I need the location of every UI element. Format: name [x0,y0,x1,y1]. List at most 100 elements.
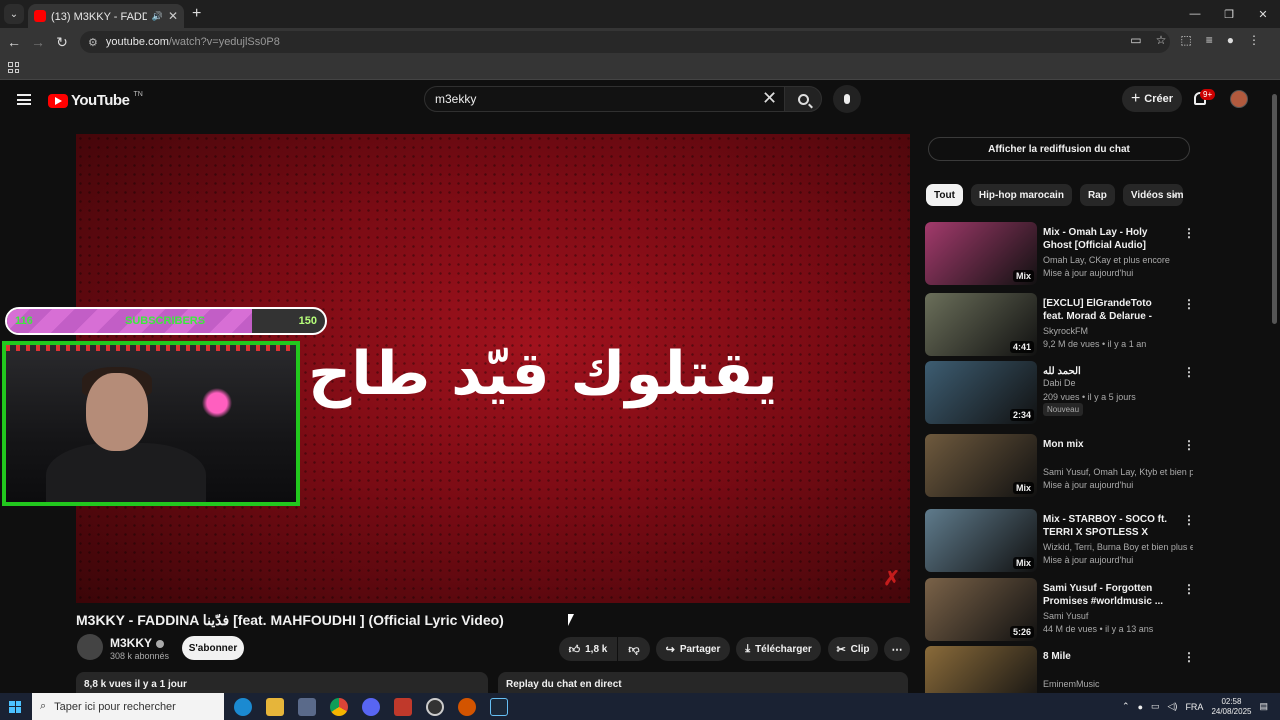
more-vertical-icon[interactable]: ⋮ [1183,297,1195,311]
window-controls: — ❐ ✕ [1178,0,1280,28]
tray-mic-icon[interactable]: ● [1138,702,1143,712]
more-vertical-icon[interactable]: ⋮ [1183,650,1195,664]
thumbs-up-icon: 👍︎ [568,643,581,656]
minimize-button[interactable]: — [1178,0,1212,28]
create-button[interactable]: + Créer [1122,86,1182,112]
recommendation-item[interactable]: Mix Mix - Omah Lay - Holy Ghost [Official… [925,222,1195,288]
video-thumbnail[interactable]: 4:41 [925,293,1037,356]
new-tab-button[interactable]: + [192,5,201,23]
volume-icon[interactable]: ◁) [1168,701,1178,712]
recommendation-item[interactable]: Mix Mon mix Sami Yusuf, Omah Lay, Ktyb et … [925,434,1195,500]
account-avatar[interactable] [1230,90,1248,108]
download-button[interactable]: ⤓ Télécharger [736,637,821,661]
chevron-right-icon[interactable]: › [1172,188,1176,202]
steam-icon[interactable] [490,697,508,716]
obs-icon[interactable] [426,697,444,716]
media-control-icon[interactable]: ≡ [1206,33,1213,47]
bookmark-star-icon[interactable]: ☆ [1156,33,1167,47]
taskbar-search[interactable]: ⌕ Taper ici pour rechercher [32,693,224,720]
recommendation-item[interactable]: 5:26 Sami Yusuf - Forgotten Promises #wor… [925,578,1195,644]
extensions-icon[interactable]: ⬚ [1180,33,1191,47]
site-info-icon[interactable]: ⚙ [88,36,98,49]
video-thumbnail[interactable]: 5:26 [925,578,1037,641]
video-thumbnail[interactable]: Mix [925,509,1037,572]
notifications-icon[interactable]: ▤ [1259,701,1268,712]
search-input[interactable]: m3ekky [424,86,786,112]
close-tab-icon[interactable]: ✕ [168,9,178,23]
clip-button[interactable]: ✂ Clip [828,637,878,661]
tab-list-button[interactable]: ⌄ [4,4,24,24]
channel-avatar[interactable] [77,634,103,660]
more-vertical-icon[interactable]: ⋮ [1183,513,1195,527]
subscribe-button[interactable]: S'abonner [182,636,244,660]
show-chat-replay-button[interactable]: Afficher la rediffusion du chat [928,137,1190,161]
thumbnail-badge: Mix [1012,270,1034,282]
game-icon[interactable] [458,697,476,716]
recommendation-title[interactable]: Mix - Omah Lay - Holy Ghost [Official Au… [1043,226,1173,252]
browser-toolbar-icons: ▭ ☆ ⬚ ≡ ● ⋮ [1130,33,1260,47]
close-window-button[interactable]: ✕ [1246,0,1280,28]
recommendation-item[interactable]: 4:41 [EXCLU] ElGrandeToto feat. Morad & D… [925,293,1195,359]
channel-name[interactable]: M3KKY [110,636,165,650]
video-thumbnail[interactable]: 2:34 [925,361,1037,424]
file-explorer-icon[interactable] [266,697,284,716]
thumbnail-badge: Mix [1012,557,1034,569]
language-indicator[interactable]: FRA [1185,702,1203,712]
voice-search-button[interactable] [833,85,861,113]
recommendation-title[interactable]: [EXCLU] ElGrandeToto feat. Morad & Delar… [1043,297,1173,323]
scrollbar-thumb[interactable] [1272,94,1277,324]
share-button[interactable]: ↪ Partager [656,637,730,661]
more-vertical-icon[interactable]: ⋮ [1183,438,1195,452]
filter-chips: Tout Hip-hop marocain Rap Vidéos simi [926,184,1183,206]
goal-current: 116 [15,315,33,327]
clear-search-icon[interactable]: ✕ [762,89,777,107]
browser-menu-icon[interactable]: ⋮ [1248,33,1260,47]
videopad-icon[interactable] [394,697,412,716]
apps-grid-icon[interactable] [8,62,19,73]
chip-moroccan-hiphop[interactable]: Hip-hop marocain [970,184,1072,206]
dislike-button[interactable]: 👎︎ [618,637,650,661]
store-icon[interactable] [298,697,316,716]
clock[interactable]: 02:58 24/08/2025 [1211,697,1251,717]
thumbnail-badge: 4:41 [1009,341,1034,353]
share-label: Partager [679,643,721,655]
more-actions-button[interactable]: ⋯ [884,637,910,661]
profile-icon[interactable]: ● [1227,33,1234,47]
speaker-icon[interactable]: 🔊 [152,11,163,22]
url-field[interactable]: ⚙ youtube.com/watch?v=yedujlSs0P8 [80,31,1170,53]
recommendation-title[interactable]: 8 Mile [1043,650,1173,663]
recommendation-title[interactable]: Mon mix [1043,438,1173,451]
recommendation-title[interactable]: Sami Yusuf - Forgotten Promises #worldmu… [1043,582,1173,608]
search-button[interactable] [784,86,822,112]
start-button[interactable] [0,700,30,713]
restore-button[interactable]: ❐ [1212,0,1246,28]
menu-hamburger-icon[interactable] [17,94,31,105]
like-button[interactable]: 👍︎ 1,8 k [559,637,617,661]
scissors-icon: ✂ [836,643,846,656]
network-icon[interactable]: ▭ [1151,701,1160,712]
recommendation-channel: Wizkid, Terri, Burna Boy et bien plus en… [1043,542,1193,552]
cast-icon[interactable]: ▭ [1130,33,1141,47]
youtube-logo[interactable]: YouTube TN [48,91,143,109]
reload-icon[interactable]: ↻ [50,34,74,51]
tab-youtube[interactable]: (13) M3KKY - FADDINA فدّينا [f 🔊 ✕ [28,4,184,28]
tray-chevron-icon[interactable]: ⌃ [1122,701,1130,712]
recommendation-item[interactable]: Mix Mix - STARBOY - SOCO ft. TERRI X SPOT… [925,509,1195,575]
edge-icon[interactable] [234,697,252,716]
video-thumbnail[interactable]: Mix [925,222,1037,285]
chip-all[interactable]: Tout [926,184,963,206]
chip-rap[interactable]: Rap [1079,184,1115,206]
recommendation-title[interactable]: Mix - STARBOY - SOCO ft. TERRI X SPOTLES… [1043,513,1173,539]
thumbnail-badge: Mix [1012,482,1034,494]
forward-icon[interactable]: → [26,34,50,50]
back-icon[interactable]: ← [2,34,26,50]
more-vertical-icon[interactable]: ⋮ [1183,582,1195,596]
more-vertical-icon[interactable]: ⋮ [1183,226,1195,240]
clock-time: 02:58 [1221,696,1242,706]
recommendation-item[interactable]: 2:34 الحمد لله Dabi De 209 vues • il y a 5 … [925,361,1195,427]
more-vertical-icon[interactable]: ⋮ [1183,365,1195,379]
chrome-icon[interactable] [330,697,348,716]
page-scrollbar[interactable] [1271,90,1277,690]
discord-icon[interactable] [362,697,380,716]
video-thumbnail[interactable]: Mix [925,434,1037,497]
